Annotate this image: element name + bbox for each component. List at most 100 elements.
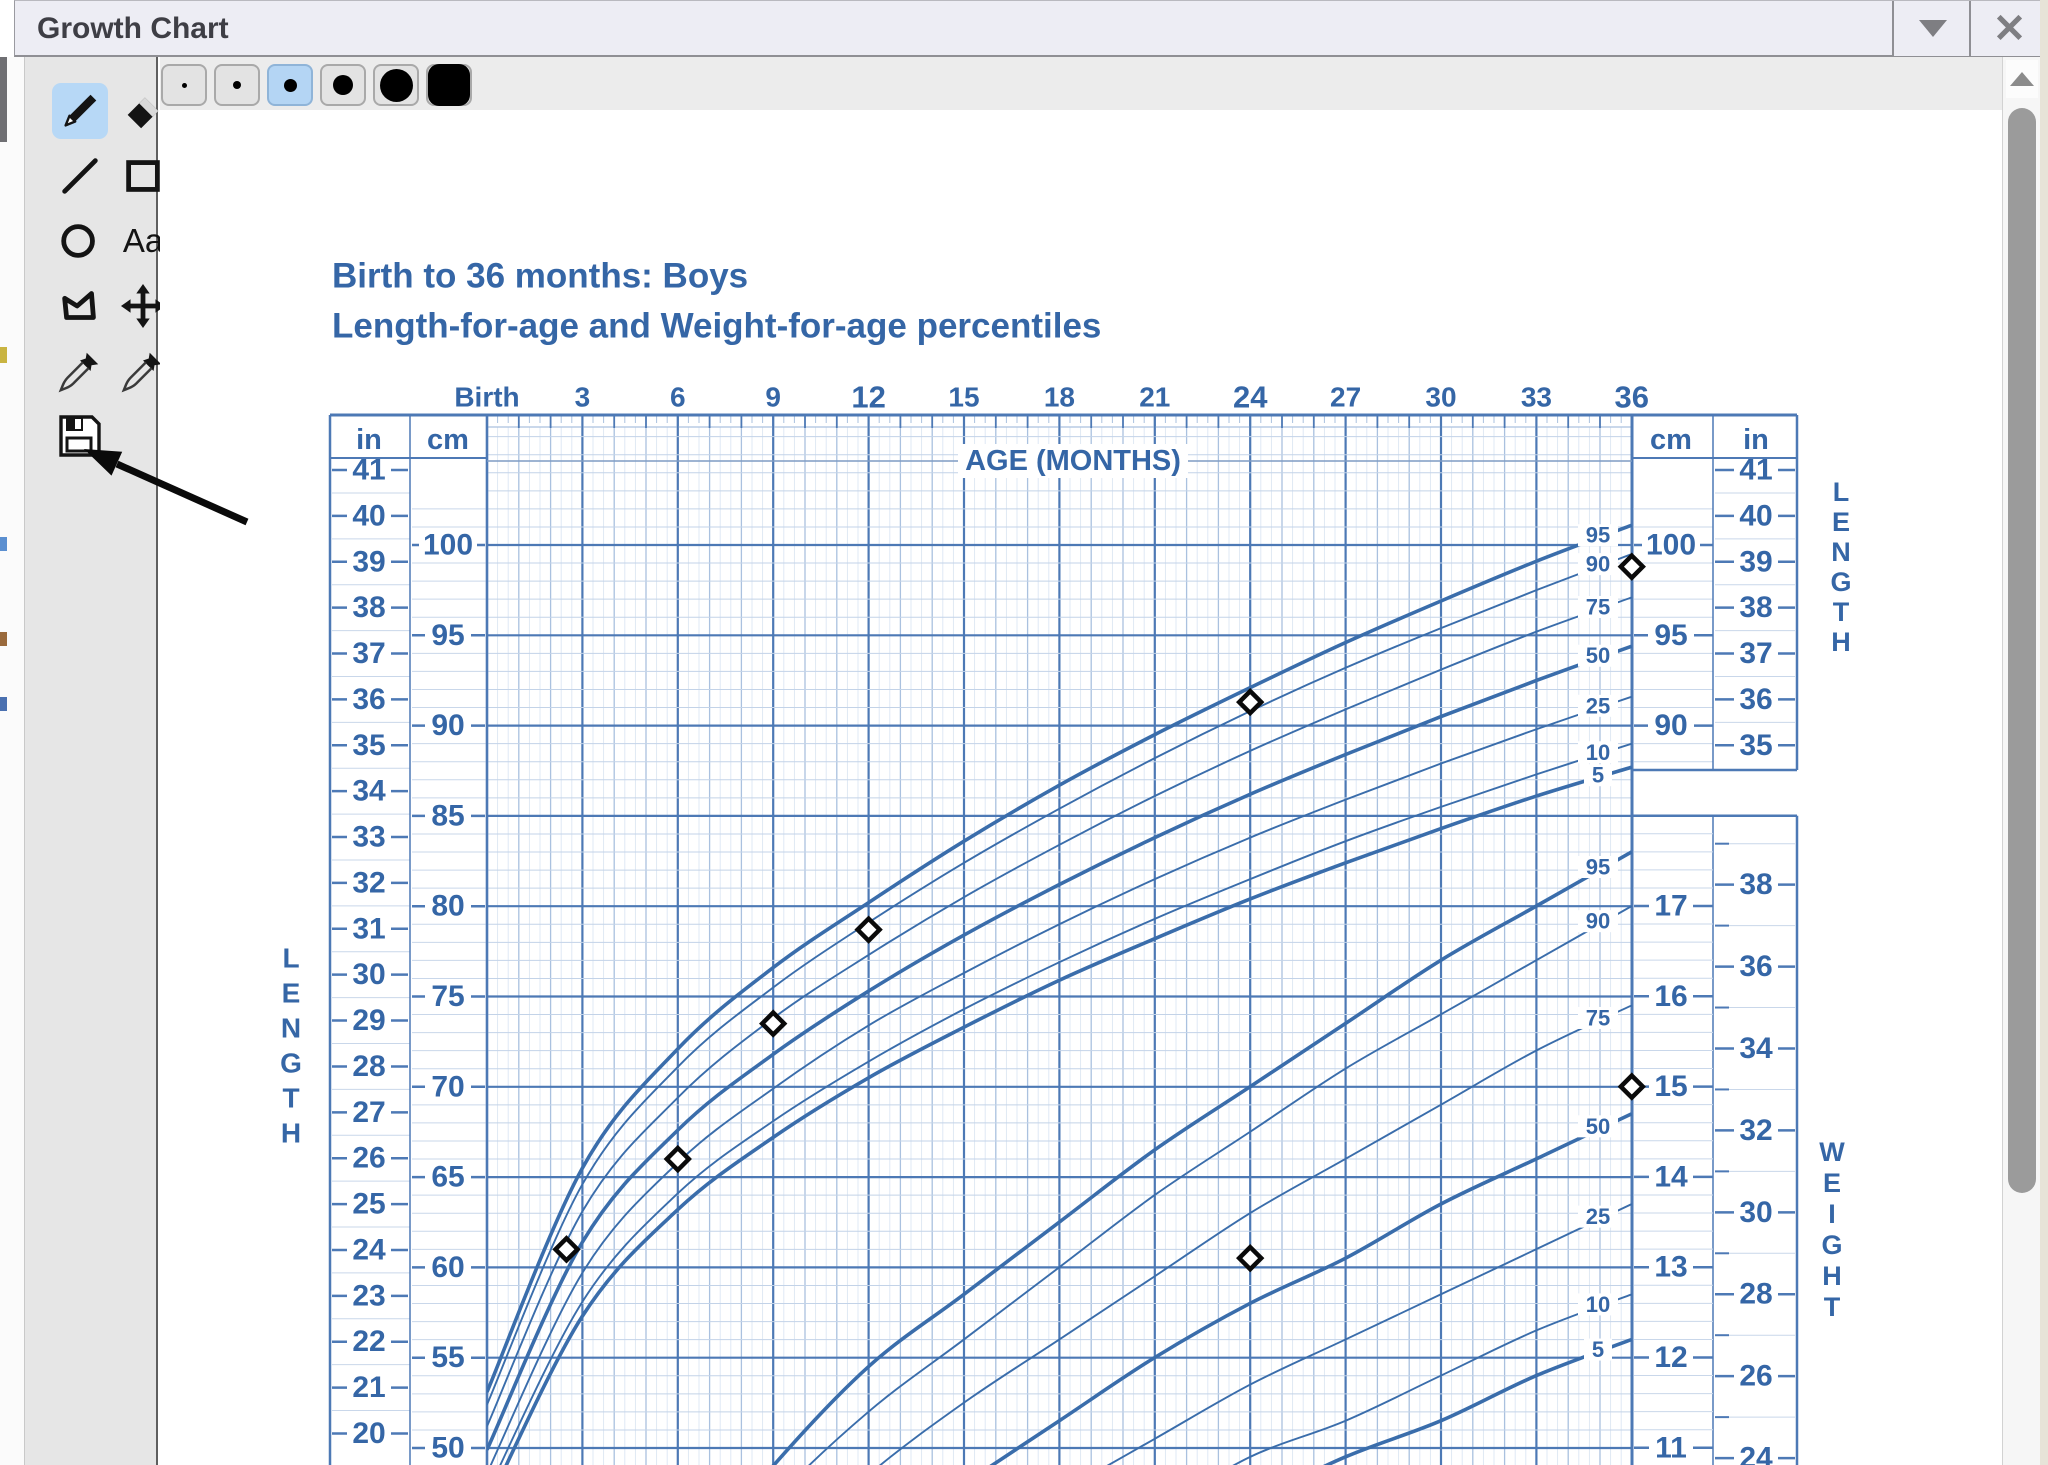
svg-text:75: 75 (1586, 594, 1610, 619)
svg-text:L: L (1833, 477, 1850, 507)
tool-pencil[interactable] (52, 83, 108, 139)
svg-text:22: 22 (352, 1325, 385, 1358)
svg-text:70: 70 (431, 1070, 464, 1103)
svg-text:38: 38 (1739, 868, 1772, 901)
svg-text:9: 9 (765, 382, 781, 413)
svg-text:6: 6 (670, 382, 686, 413)
svg-text:34: 34 (1739, 1032, 1773, 1065)
svg-text:90: 90 (1586, 552, 1610, 577)
background-window-edge (2040, 0, 2048, 1465)
patient-points (556, 556, 1643, 1269)
svg-text:33: 33 (1521, 382, 1552, 413)
svg-text:27: 27 (1330, 382, 1361, 413)
svg-text:H: H (281, 1118, 301, 1149)
svg-text:T: T (1824, 1292, 1841, 1322)
svg-text:100: 100 (423, 529, 473, 562)
svg-text:29: 29 (352, 1004, 385, 1037)
chevron-down-icon (1919, 20, 1947, 37)
svg-text:80: 80 (431, 890, 464, 923)
left-axis: 4140393837363534333231302928272625242322… (330, 454, 487, 1465)
save-icon (56, 412, 104, 460)
svg-text:95: 95 (1586, 854, 1610, 879)
polygon-icon (57, 283, 103, 329)
svg-text:Birth: Birth (454, 382, 519, 413)
svg-text:60: 60 (431, 1251, 464, 1284)
right-weight-panel: 171615141312113836343230282624 (1632, 816, 1797, 1465)
paint-canvas[interactable]: Birth to 36 months: BoysLength-for-age a… (160, 57, 2002, 1465)
right-length-panel: 100959041403938373635cmin (1632, 415, 1797, 770)
svg-text:95: 95 (1586, 523, 1610, 548)
close-icon: ✕ (1993, 9, 2027, 49)
vertical-scrollbar[interactable] (2002, 57, 2040, 1465)
svg-text:cm: cm (427, 424, 469, 456)
svg-text:39: 39 (352, 545, 385, 578)
svg-text:40: 40 (352, 499, 385, 532)
grid (487, 415, 1632, 1465)
x-axis: Birth369121518212427303336AGE (MONTHS) (454, 380, 1649, 479)
scroll-up-button[interactable] (2006, 60, 2038, 98)
svg-text:cm: cm (1650, 424, 1692, 456)
svg-text:10: 10 (1586, 740, 1610, 765)
background-fragment (0, 632, 7, 646)
background-fragment (0, 57, 7, 142)
svg-text:26: 26 (1739, 1360, 1772, 1393)
svg-text:32: 32 (1739, 1114, 1772, 1147)
ellipse-icon (57, 218, 103, 264)
svg-text:28: 28 (1739, 1278, 1772, 1311)
svg-text:14: 14 (1654, 1160, 1688, 1193)
svg-text:16: 16 (1654, 980, 1687, 1013)
svg-text:36: 36 (1739, 683, 1772, 716)
svg-text:T: T (1833, 597, 1850, 627)
svg-text:25: 25 (352, 1188, 385, 1221)
svg-text:17: 17 (1654, 890, 1687, 923)
svg-text:33: 33 (352, 821, 385, 854)
svg-text:50: 50 (1586, 1114, 1610, 1139)
svg-text:34: 34 (352, 775, 386, 808)
window-title: Growth Chart (37, 1, 229, 56)
svg-text:25: 25 (1586, 1204, 1610, 1229)
svg-text:24: 24 (1233, 380, 1268, 415)
svg-text:26: 26 (352, 1142, 385, 1175)
tool-eyedropper-1[interactable] (52, 343, 108, 399)
shade-button[interactable] (1892, 1, 1971, 56)
svg-text:25: 25 (1586, 693, 1610, 718)
svg-text:37: 37 (1739, 637, 1772, 670)
svg-text:in: in (356, 424, 382, 456)
background-fragment (0, 697, 7, 711)
svg-text:N: N (1831, 537, 1851, 567)
svg-text:10: 10 (1586, 1292, 1610, 1317)
titlebar[interactable]: Growth Chart ✕ (14, 0, 2048, 57)
tool-save[interactable] (52, 408, 108, 464)
svg-text:90: 90 (431, 709, 464, 742)
svg-text:N: N (281, 1013, 301, 1044)
svg-text:21: 21 (352, 1371, 385, 1404)
svg-text:G: G (1821, 1230, 1842, 1260)
svg-text:24: 24 (352, 1233, 386, 1266)
svg-text:E: E (1832, 507, 1850, 537)
svg-text:36: 36 (352, 683, 385, 716)
svg-text:27: 27 (352, 1096, 385, 1129)
svg-text:AGE (MONTHS): AGE (MONTHS) (965, 445, 1181, 477)
svg-text:36: 36 (1739, 950, 1772, 983)
svg-text:12: 12 (1654, 1341, 1687, 1374)
svg-text:15: 15 (948, 382, 979, 413)
svg-text:35: 35 (352, 729, 385, 762)
background-fragment (0, 347, 7, 363)
svg-text:3: 3 (575, 382, 591, 413)
svg-text:5: 5 (1592, 1337, 1604, 1362)
svg-text:30: 30 (1739, 1196, 1772, 1229)
svg-text:21: 21 (1139, 382, 1170, 413)
svg-text:18: 18 (1044, 382, 1075, 413)
svg-text:95: 95 (431, 619, 464, 652)
svg-text:50: 50 (431, 1432, 464, 1465)
svg-text:Length-for-age and Weight-for-: Length-for-age and Weight-for-age percen… (332, 307, 1101, 346)
tool-polygon[interactable] (52, 278, 108, 334)
growth-chart: Birth to 36 months: BoysLength-for-age a… (160, 57, 2002, 1465)
svg-text:50: 50 (1586, 643, 1610, 668)
svg-text:E: E (282, 978, 301, 1009)
tool-ellipse[interactable] (52, 213, 108, 269)
close-button[interactable]: ✕ (1969, 1, 2048, 56)
scrollbar-thumb[interactable] (2008, 108, 2036, 1193)
pencil-icon (57, 88, 103, 134)
tool-line[interactable] (52, 148, 108, 204)
